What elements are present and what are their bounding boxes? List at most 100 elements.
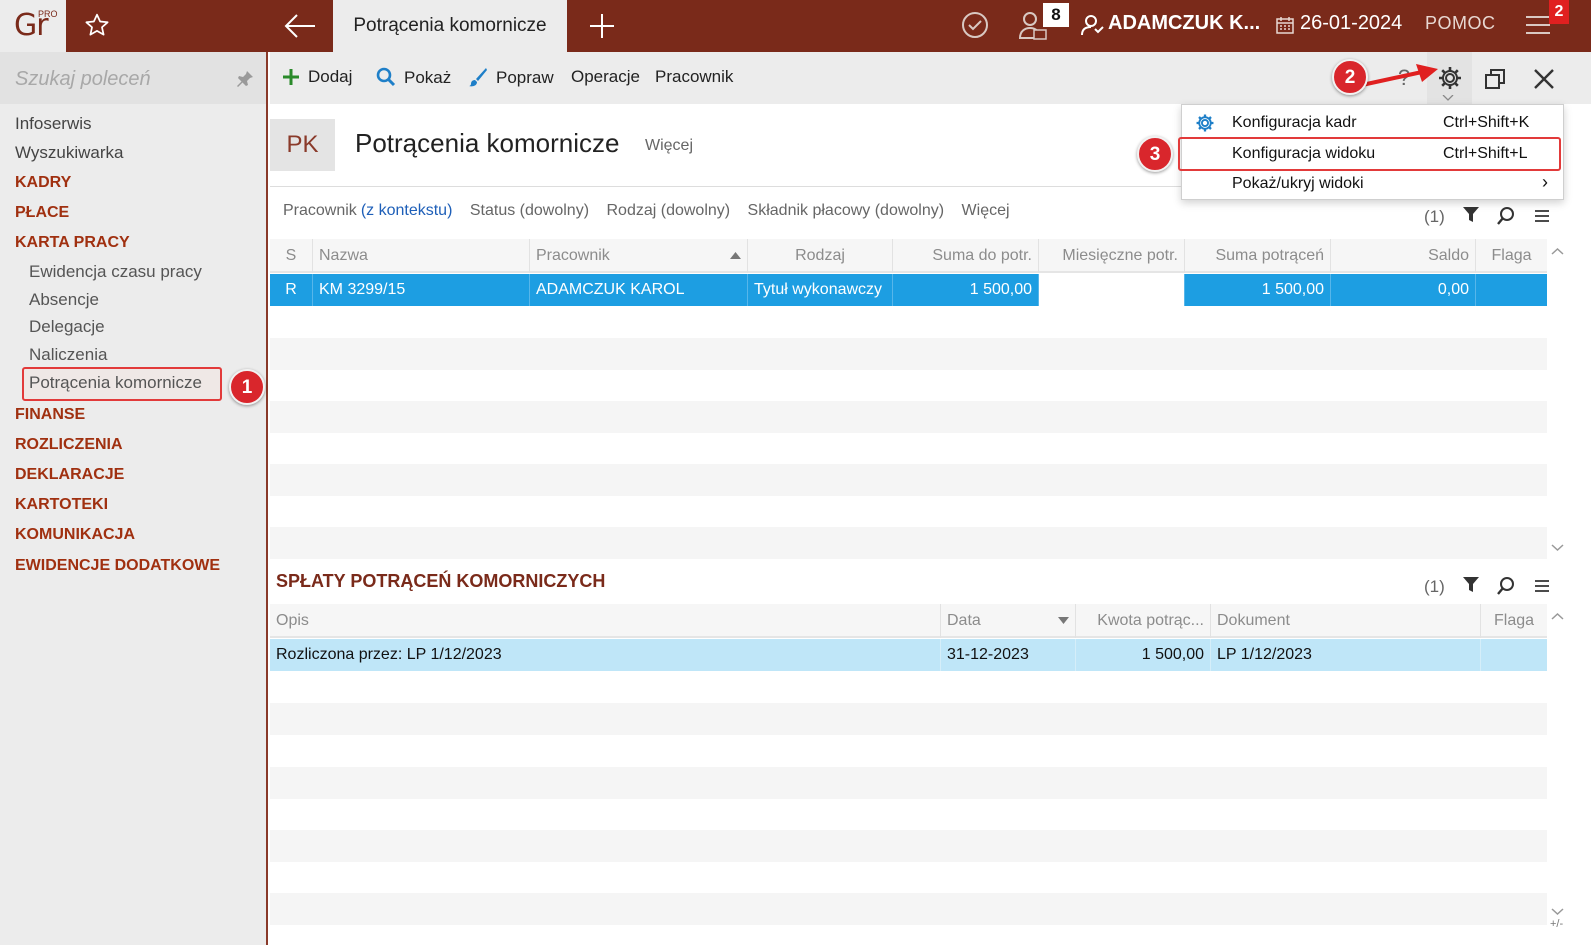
sidebar-category-komunikacja[interactable]: KOMUNIKACJA [15, 526, 135, 544]
filter-icon[interactable] [1462, 206, 1480, 224]
column-header-flaga[interactable]: Flaga [1475, 239, 1547, 273]
column-header-suma-potracen[interactable]: Suma potrąceń [1184, 239, 1330, 273]
table-row[interactable]: Rozliczona przez: LP 1/12/2023 31-12-202… [270, 639, 1547, 671]
column-header-data-label: Data [947, 612, 981, 629]
sidebar-category-rozliczenia[interactable]: ROZLICZENIA [15, 436, 123, 454]
filter-more[interactable]: Więcej [962, 202, 1010, 219]
column-header-rodzaj[interactable]: Rodzaj [747, 239, 892, 273]
sidebar-item-wyszukiwarka[interactable]: Wyszukiwarka [15, 143, 123, 163]
filter-icon[interactable] [1462, 576, 1480, 594]
working-date[interactable]: 26-01-2024 [1300, 12, 1402, 35]
grid1: S Nazwa Pracownik Rodzaj Suma do potr. M… [270, 239, 1547, 273]
sidebar-item-potracenia-komornicze[interactable]: Potrącenia komornicze [29, 373, 202, 393]
arrow-left-icon[interactable] [283, 11, 317, 41]
search-icon[interactable] [1496, 576, 1516, 596]
sidebar-category-kadry[interactable]: KADRY [15, 174, 71, 192]
app-logo[interactable]: Gr PRO [0, 0, 66, 52]
filter-status[interactable]: Status (dowolny) [470, 202, 589, 219]
sidebar-item-delegacje[interactable]: Delegacje [29, 317, 105, 337]
grid1-tools: (1) [1424, 202, 1564, 232]
sidebar-category-finanse[interactable]: FINANSE [15, 406, 85, 424]
column-header-flaga[interactable]: Flaga [1480, 604, 1547, 638]
page-title: Potrącenia komornicze [355, 128, 620, 158]
menu-item-pokaz-ukryj-widoki[interactable]: Pokaż/ukryj widoki › [1182, 169, 1563, 199]
column-header-pracownik-label: Pracownik [536, 247, 610, 264]
filter-component[interactable]: Składnik płacowy (dowolny) [748, 202, 945, 219]
menu-item-konfiguracja-kadr[interactable]: Konfiguracja kadr Ctrl+Shift+K [1182, 108, 1563, 138]
hamburger-menu-icon[interactable] [1525, 14, 1551, 36]
sidebar-item-infoserwis[interactable]: Infoserwis [15, 114, 92, 134]
plus-icon[interactable] [587, 11, 617, 41]
column-header-suma-do-potr[interactable]: Suma do potr. [892, 239, 1038, 273]
column-header-nazwa[interactable]: Nazwa [312, 239, 529, 273]
column-header-saldo[interactable]: Saldo [1330, 239, 1475, 273]
show-button[interactable]: Pokaż [376, 67, 451, 88]
operations-button[interactable]: Operacje [571, 67, 640, 87]
column-header-kwota[interactable]: Kwota potrąc... [1075, 604, 1210, 638]
tab-potracenia-komornicze[interactable]: Potrącenia komornicze [333, 0, 567, 52]
row-toggle-marker[interactable]: +/- [1550, 918, 1563, 930]
cell-saldo: 0,00 [1330, 274, 1475, 306]
help-link[interactable]: POMOC [1425, 13, 1496, 34]
empty-row [270, 703, 1547, 735]
page-more-link[interactable]: Więcej [645, 137, 693, 155]
filter-bar: Pracownik (z kontekstu) Status (dowolny) … [283, 202, 1023, 220]
sidebar-item-naliczenia[interactable]: Naliczenia [29, 345, 107, 365]
filter-type[interactable]: Rodzaj (dowolny) [606, 202, 730, 219]
column-header-dokument[interactable]: Dokument [1210, 604, 1480, 638]
column-header-pracownik[interactable]: Pracownik [529, 239, 747, 273]
table-row[interactable]: R KM 3299/15 ADAMCZUK KAROL Tytuł wykona… [270, 274, 1547, 306]
sidebar-category-kartoteki[interactable]: KARTOTEKI [15, 496, 108, 514]
callout-badge: 1 [229, 369, 265, 405]
search-icon[interactable] [1496, 206, 1516, 226]
cell-kwota: 1 500,00 [1075, 639, 1210, 671]
menu-item-label: Pokaż/ukryj widoki [1232, 175, 1364, 192]
brush-icon [469, 68, 487, 87]
command-search-input[interactable] [15, 66, 215, 92]
restore-window-icon[interactable] [1484, 68, 1506, 90]
gear-icon[interactable] [1437, 65, 1463, 91]
empty-row [270, 830, 1547, 862]
column-header-miesieczne-potr[interactable]: Miesięczne potr. [1038, 239, 1184, 273]
column-header-opis[interactable]: Opis [270, 604, 940, 638]
employee-button[interactable]: Pracownik [655, 67, 733, 87]
module-badge: PK [270, 119, 335, 171]
menu-item-label: Konfiguracja kadr [1232, 114, 1357, 131]
sidebar-category-deklaracje[interactable]: DEKLARACJE [15, 466, 124, 484]
close-icon[interactable] [1533, 68, 1555, 90]
user-name[interactable]: ADAMCZUK K... [1108, 12, 1260, 35]
sort-descending-icon [1058, 617, 1069, 624]
column-header-data[interactable]: Data [940, 604, 1075, 638]
scroll-up-icon[interactable] [1547, 609, 1568, 623]
pin-icon[interactable] [236, 70, 254, 88]
column-header-s[interactable]: S [270, 239, 312, 273]
sidebar-category-ewidencje-dodatkowe[interactable]: EWIDENCJE DODATKOWE [15, 557, 220, 575]
edit-button-label: Popraw [496, 68, 554, 87]
filter-employee-value[interactable]: (z kontekstu) [361, 202, 453, 219]
star-icon[interactable] [84, 12, 110, 38]
empty-row [270, 767, 1547, 799]
scroll-down-icon[interactable] [1547, 541, 1568, 555]
magnifier-icon [376, 67, 396, 87]
sidebar-item-absencje[interactable]: Absencje [29, 290, 99, 310]
user-switch-icon[interactable] [1080, 13, 1104, 37]
cell-dokument: LP 1/12/2023 [1210, 639, 1480, 671]
list-menu-icon[interactable] [1534, 209, 1550, 223]
grid2-tools: (1) [1424, 572, 1564, 602]
scroll-down-icon[interactable] [1547, 905, 1568, 919]
scroll-up-icon[interactable] [1547, 244, 1568, 258]
sidebar-category-place[interactable]: PŁACE [15, 204, 69, 222]
filter-employee[interactable]: Pracownik (z kontekstu) [283, 202, 452, 219]
cell-opis: Rozliczona przez: LP 1/12/2023 [276, 646, 502, 663]
show-button-label: Pokaż [404, 68, 452, 87]
sidebar-item-ewidencja-czasu-pracy[interactable]: Ewidencja czasu pracy [29, 262, 202, 282]
edit-button[interactable]: Popraw [468, 67, 554, 88]
menu-badge: 2 [1549, 0, 1569, 24]
list-menu-icon[interactable] [1534, 579, 1550, 593]
add-button[interactable]: Dodaj [282, 67, 352, 87]
empty-row [270, 527, 1547, 559]
calendar-icon[interactable] [1276, 16, 1294, 34]
annotation-arrow [1361, 64, 1438, 87]
check-circle-icon[interactable] [960, 10, 990, 40]
sidebar-category-karta-pracy[interactable]: KARTA PRACY [15, 234, 130, 252]
